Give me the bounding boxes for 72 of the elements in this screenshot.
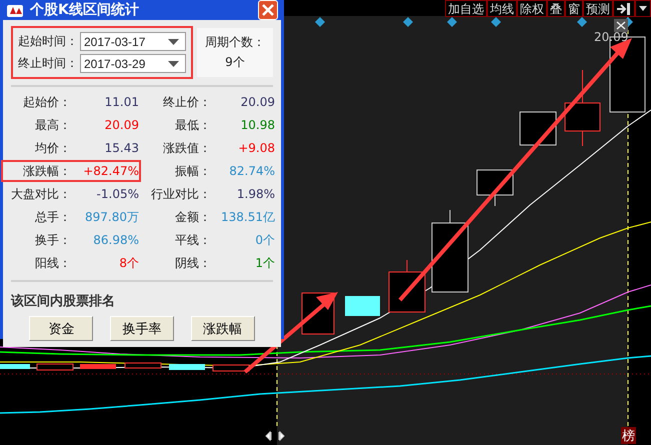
candlestick — [124, 362, 162, 368]
stat-value: 1.98% — [236, 186, 275, 203]
stat-label: 终止价： — [162, 94, 211, 110]
stat-label: 振幅： — [174, 162, 211, 180]
section-title: 该区间内股票排名 — [11, 292, 116, 310]
stat-label: 平线： — [174, 232, 211, 248]
date-dropdown[interactable]: 2017-03-17 — [80, 32, 186, 51]
candlestick — [345, 296, 380, 316]
toolbar-button[interactable]: 叠 — [547, 0, 565, 17]
field-label: 终止时间： — [18, 55, 78, 72]
candlestick — [212, 364, 250, 372]
scroll-arrows-icon[interactable] — [266, 430, 285, 440]
candlestick — [169, 364, 205, 370]
stat-value: 82.74% — [228, 163, 275, 180]
toolbar-button[interactable]: 除权 — [517, 0, 547, 17]
stat-value: 138.51亿 — [220, 208, 275, 226]
ranking-button[interactable]: 换手率 — [110, 316, 174, 341]
stat-value: +82.47% — [82, 163, 139, 180]
candlestick — [520, 112, 556, 146]
candlestick — [476, 170, 514, 206]
stat-value: 897.80万 — [84, 208, 139, 226]
stat-value: 8个 — [118, 254, 139, 272]
stat-label: 金额： — [174, 208, 211, 226]
stat-value: +9.08 — [237, 140, 275, 157]
stat-value: 10.98 — [240, 117, 275, 134]
close-icon — [262, 4, 274, 16]
stat-value: 11.01 — [104, 94, 139, 111]
date-dropdown[interactable]: 2017-03-29 — [80, 54, 186, 73]
field-label: 起始时间： — [18, 33, 78, 50]
stat-label: 起始价： — [22, 94, 71, 110]
period-label: 周期个数： — [205, 34, 265, 51]
ranking-button[interactable]: 涨跌幅 — [190, 316, 255, 341]
toolbar-button[interactable]: 均线 — [487, 0, 517, 17]
stat-value: 86.98% — [92, 232, 139, 249]
stat-label: 阳线： — [34, 254, 71, 272]
candlestick — [36, 364, 74, 370]
diamond-marker — [403, 17, 413, 27]
close-button[interactable] — [258, 0, 278, 20]
stat-label: 阴线： — [174, 254, 211, 272]
stat-value: 15.43 — [104, 140, 139, 157]
toolbar-button[interactable]: 加自选 — [445, 0, 487, 17]
stat-label: 涨跌幅： — [22, 162, 71, 180]
stat-label: 最高： — [34, 116, 71, 134]
toolbar-button[interactable]: 窗 — [565, 0, 583, 17]
cards-icon — [6, 2, 24, 18]
candlestick — [0, 364, 30, 369]
stat-value: -1.05% — [96, 186, 139, 203]
dropdown-icon[interactable] — [635, 0, 651, 17]
caret-icon — [168, 38, 179, 44]
stat-value: 0个 — [254, 232, 275, 248]
close-icon[interactable] — [614, 19, 628, 32]
ranking-button[interactable]: 资金 — [29, 316, 94, 341]
candlestick — [80, 364, 116, 369]
stat-label: 涨跌值： — [162, 140, 211, 156]
stat-value: 20.09 — [240, 94, 275, 111]
window-title: 个股K线区间统计 — [30, 1, 140, 19]
stat-label: 行业对比： — [150, 186, 211, 202]
stat-label: 均价： — [34, 140, 71, 156]
caret-icon — [168, 60, 179, 66]
stat-label: 换手： — [34, 232, 71, 248]
stat-value: 20.09 — [104, 117, 139, 134]
stat-label: 最低： — [174, 116, 211, 134]
candlestick — [388, 260, 426, 312]
diamond-marker — [315, 17, 325, 27]
stat-label: 总手： — [34, 208, 71, 226]
exit-icon[interactable] — [613, 0, 635, 17]
diamond-marker — [577, 17, 587, 27]
stat-value: 1个 — [254, 254, 275, 272]
period-value: 9个 — [225, 54, 245, 71]
toolbar-button[interactable]: 预测 — [583, 0, 613, 17]
stat-label: 大盘对比： — [11, 186, 71, 202]
ranking-badge[interactable]: 榜 — [621, 427, 636, 444]
